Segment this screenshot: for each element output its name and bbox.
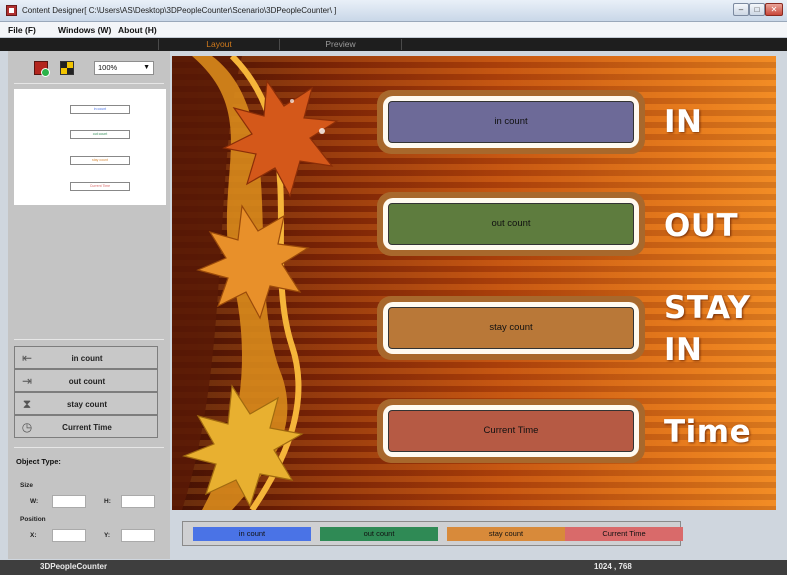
- grid-toggle-icon[interactable]: [60, 61, 74, 75]
- width-input[interactable]: [52, 495, 86, 508]
- stay-count-field: stay count: [388, 307, 634, 349]
- counter-frame: in count: [383, 96, 639, 148]
- position-label: Position: [20, 516, 46, 523]
- width-label: W:: [30, 498, 39, 505]
- label-time: Time: [664, 414, 752, 450]
- object-label: in count: [71, 354, 103, 363]
- close-button[interactable]: ✕: [765, 3, 783, 16]
- thumb-in-count: in count: [70, 105, 130, 114]
- label-in: IN: [664, 104, 703, 140]
- status-bar: 3DPeopleCounter 1024 , 768: [0, 560, 787, 575]
- maximize-button[interactable]: □: [749, 3, 765, 16]
- divider: [14, 83, 164, 84]
- object-label: Current Time: [62, 423, 112, 432]
- tab-preview[interactable]: Preview: [280, 39, 402, 50]
- divider: [14, 339, 164, 340]
- object-type-label: Object Type:: [16, 457, 61, 466]
- height-input[interactable]: [121, 495, 155, 508]
- label-stay-in: IN: [664, 332, 703, 368]
- left-panel: 100% ▼ in count out count stay count Cur…: [8, 51, 170, 559]
- y-input[interactable]: [121, 529, 155, 542]
- add-background-icon[interactable]: [34, 61, 50, 77]
- zoom-value: 100%: [98, 63, 118, 72]
- menu-about[interactable]: About (H): [118, 25, 157, 35]
- current-time-field: Current Time: [388, 410, 634, 452]
- object-stay-count[interactable]: ⧗ stay count: [14, 392, 158, 415]
- scene-thumbnail[interactable]: in count out count stay count Current Ti…: [14, 89, 166, 205]
- window-title: Content Designer[ C:\Users\AS\Desktop\3D…: [22, 6, 337, 15]
- chevron-down-icon: ▼: [143, 64, 150, 71]
- menu-file[interactable]: File (F): [8, 25, 36, 35]
- object-out-count[interactable]: ⇥ out count: [14, 369, 158, 392]
- thumb-current-time: Current Time: [70, 182, 130, 191]
- counter-out[interactable]: out count: [377, 192, 645, 256]
- autumn-leaves-image: [172, 56, 339, 510]
- label-stay: STAY: [664, 290, 751, 326]
- counter-time[interactable]: Current Time: [377, 399, 645, 463]
- counter-in[interactable]: in count: [377, 90, 645, 154]
- zoom-select[interactable]: 100% ▼: [94, 61, 154, 75]
- app-icon: [6, 5, 17, 16]
- current-time-button[interactable]: Current Time: [565, 527, 683, 541]
- in-count-field: in count: [388, 101, 634, 143]
- counter-stay[interactable]: stay count: [377, 296, 645, 360]
- out-count-field: out count: [388, 203, 634, 245]
- object-label: out count: [68, 377, 106, 386]
- menu-windows[interactable]: Windows (W): [58, 25, 111, 35]
- status-app-name: 3DPeopleCounter: [40, 562, 108, 571]
- menu-bar: File (F) Windows (W) About (H): [0, 22, 787, 38]
- divider: [14, 447, 164, 448]
- object-color-bar: in count out count stay count Current Ti…: [182, 521, 683, 546]
- thumb-stay-count: stay count: [70, 156, 130, 165]
- counter-frame: out count: [383, 198, 639, 250]
- size-label: Size: [20, 482, 34, 489]
- object-current-time[interactable]: ◷ Current Time: [14, 415, 158, 438]
- layout-canvas[interactable]: in count out count stay count Current Ti…: [172, 56, 776, 510]
- in-count-button[interactable]: in count: [193, 527, 311, 541]
- stay-count-button[interactable]: stay count: [447, 527, 565, 541]
- status-resolution: 1024 , 768: [594, 562, 632, 571]
- object-list: ⇤ in count ⇥ out count ⧗ stay count ◷ Cu…: [14, 346, 158, 438]
- view-tabs: Layout Preview: [0, 38, 787, 51]
- minimize-button[interactable]: –: [733, 3, 749, 16]
- label-out: OUT: [664, 208, 739, 244]
- y-label: Y:: [104, 532, 111, 539]
- object-in-count[interactable]: ⇤ in count: [14, 346, 158, 369]
- object-label: stay count: [66, 400, 107, 409]
- tab-layout[interactable]: Layout: [158, 39, 280, 50]
- title-bar: Content Designer[ C:\Users\AS\Desktop\3D…: [0, 0, 787, 22]
- out-count-button[interactable]: out count: [320, 527, 438, 541]
- counter-frame: Current Time: [383, 405, 639, 457]
- x-label: X:: [30, 532, 37, 539]
- x-input[interactable]: [52, 529, 86, 542]
- thumb-out-count: out count: [70, 130, 130, 139]
- height-label: H:: [104, 498, 111, 505]
- counter-frame: stay count: [383, 302, 639, 354]
